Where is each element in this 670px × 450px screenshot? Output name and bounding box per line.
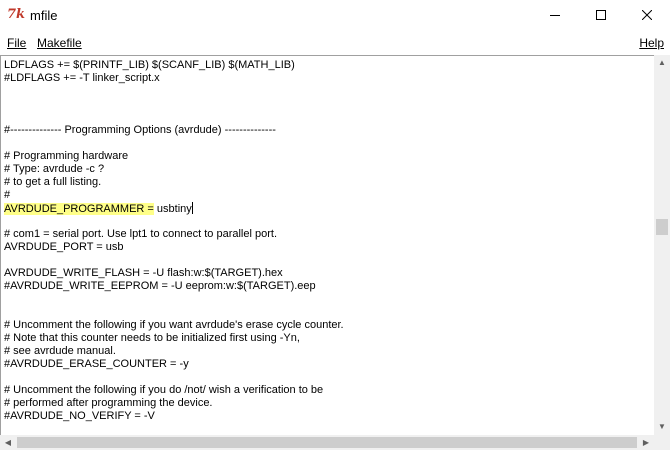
minimize-button[interactable] <box>532 0 578 30</box>
makefile-text-editor[interactable]: LDFLAGS += $(PRINTF_LIB) $(SCANF_LIB) $(… <box>0 55 654 436</box>
horizontal-scrollbar[interactable]: ◀ ▶ <box>0 435 654 450</box>
maximize-icon <box>596 10 606 20</box>
scroll-up-arrow-icon[interactable]: ▲ <box>654 55 670 71</box>
code-line: # Type: avrdude -c ? <box>4 163 105 175</box>
code-line: #AVRDUDE_NO_VERIFY = -V <box>4 410 155 422</box>
scrollbar-corner <box>654 435 670 450</box>
code-line: # Programming hardware <box>4 150 129 162</box>
menu-bar: File Makefile Help <box>0 33 670 53</box>
vertical-scroll-thumb[interactable] <box>656 219 668 235</box>
minimize-icon <box>550 15 560 16</box>
title-bar: 7k mfile <box>0 0 670 30</box>
scroll-right-arrow-icon[interactable]: ▶ <box>638 435 654 450</box>
horizontal-scroll-thumb[interactable] <box>17 437 637 448</box>
menu-help-label: Help <box>639 36 664 50</box>
code-line: # to get a full listing. <box>4 176 102 188</box>
vertical-scrollbar[interactable]: ▲ ▼ <box>654 55 670 435</box>
text-cursor <box>191 202 193 214</box>
code-line: LDFLAGS += $(PRINTF_LIB) $(SCANF_LIB) $(… <box>4 59 295 71</box>
menu-file[interactable]: File <box>7 33 26 53</box>
programmer-value: usbtiny <box>153 203 192 215</box>
code-line: # Uncomment the following if you do /not… <box>4 384 324 396</box>
code-line: # performed after programming the device… <box>4 397 213 409</box>
window-title: mfile <box>30 8 58 23</box>
menu-makefile-label: Makefile <box>37 36 82 50</box>
maximize-button[interactable] <box>578 0 624 30</box>
programmer-highlight: AVRDUDE_PROGRAMMER = <box>4 203 154 215</box>
code-line: #-------------- Programming Options (avr… <box>4 124 276 136</box>
code-line: #AVRDUDE_ERASE_COUNTER = -y <box>4 358 189 370</box>
scroll-left-arrow-icon[interactable]: ◀ <box>0 435 16 450</box>
programmer-line: AVRDUDE_PROGRAMMER = usbtiny <box>4 202 193 215</box>
code-line: # Note that this counter needs to be ini… <box>4 332 300 344</box>
code-line: #AVRDUDE_WRITE_EEPROM = -U eeprom:w:$(TA… <box>4 280 316 292</box>
code-line: AVRDUDE_PORT = usb <box>4 241 124 253</box>
code-line: #LDFLAGS += -T linker_script.x <box>4 72 160 84</box>
tk-feather-icon: 7k <box>7 7 26 22</box>
code-line: # see avrdude manual. <box>4 345 116 357</box>
scroll-down-arrow-icon[interactable]: ▼ <box>654 419 670 435</box>
code-line: # Uncomment the following if you want av… <box>4 319 344 331</box>
close-button[interactable] <box>624 0 670 30</box>
menu-file-label: File <box>7 36 27 50</box>
menu-makefile[interactable]: Makefile <box>37 33 82 53</box>
code-line: # com1 = serial port. Use lpt1 to connec… <box>4 228 278 240</box>
code-line: AVRDUDE_WRITE_FLASH = -U flash:w:$(TARGE… <box>4 267 283 279</box>
menu-help[interactable]: Help <box>639 33 664 53</box>
close-icon <box>642 10 652 20</box>
code-line: # <box>4 189 11 201</box>
